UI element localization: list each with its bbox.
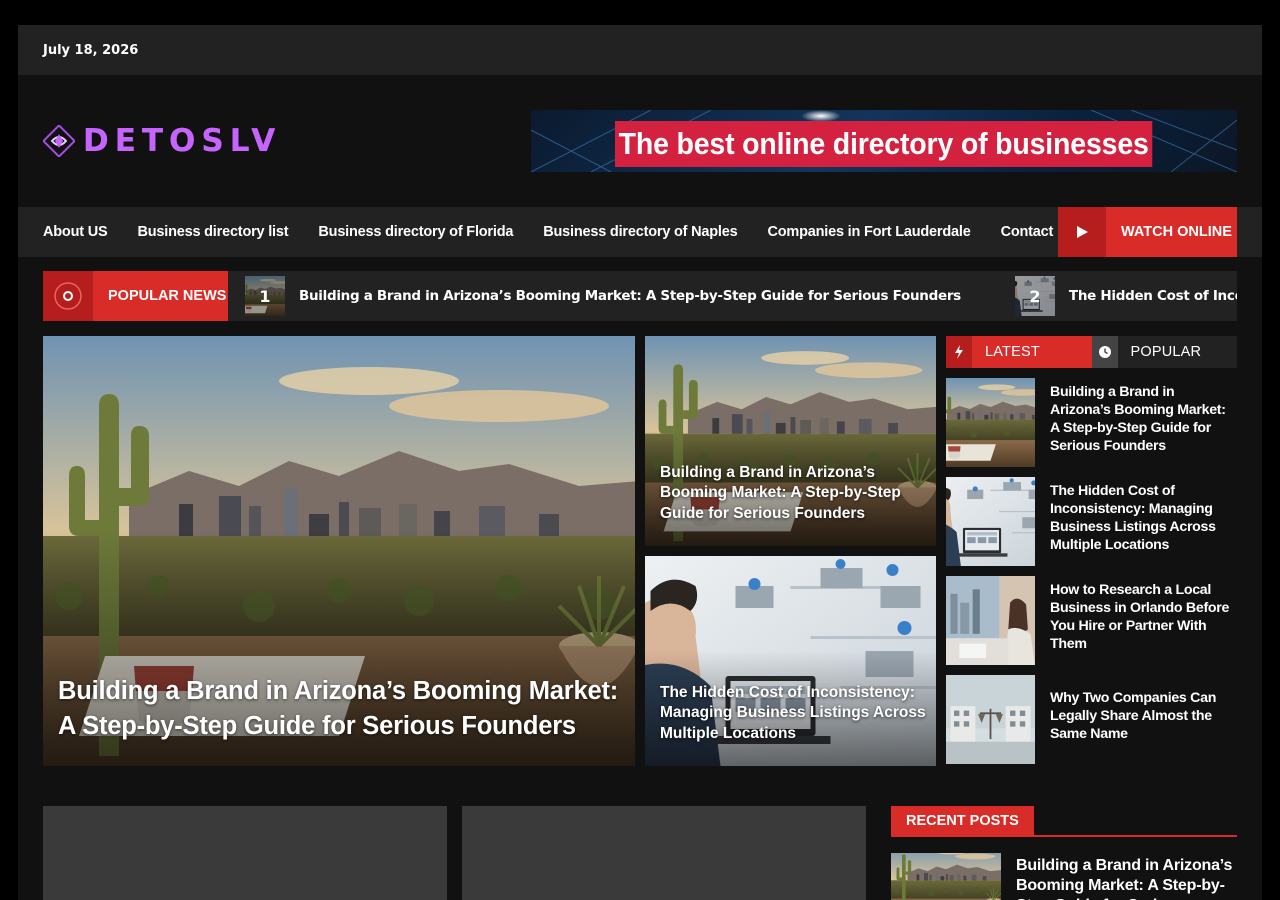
list-item[interactable]: The Hidden Cost of Inconsistency: Managi… (946, 477, 1237, 566)
ticker-thumbnail: 2 (1014, 276, 1055, 316)
page: July 18, 2026 DETOSLV The best online di… (18, 25, 1262, 900)
watch-online-button[interactable]: WATCH ONLINE (1058, 207, 1237, 257)
recent-posts-widget: RECENT POSTS Building a Brand in Arizona… (891, 806, 1237, 900)
list-item[interactable]: Building a Brand in Arizona’s Booming Ma… (946, 378, 1237, 467)
post-thumbnail (946, 675, 1035, 764)
tab-popular[interactable]: POPULAR (1091, 336, 1237, 368)
list-item[interactable]: Why Two Companies Can Legally Share Almo… (946, 675, 1237, 764)
recent-posts-label: RECENT POSTS (891, 806, 1034, 835)
list-item[interactable]: Building a Brand in Arizona’s Booming Ma… (891, 853, 1237, 900)
post-title[interactable]: Why Two Companies Can Legally Share Almo… (1050, 675, 1237, 764)
post-title[interactable]: Building a Brand in Arizona’s Booming Ma… (1016, 853, 1237, 900)
ad-banner[interactable]: The best online directory of businesses (531, 110, 1237, 172)
watch-online-label: WATCH ONLINE (1121, 224, 1232, 240)
popular-news-ticker: POPULAR NEWS 1 Building a Brand in Arizo… (43, 271, 1237, 321)
nav-item-contact[interactable]: Contact (1001, 224, 1054, 240)
featured-side-title[interactable]: Building a Brand in Arizona’s Booming Ma… (660, 463, 926, 525)
tab-popular-label: POPULAR (1130, 344, 1202, 360)
post-thumbnail (946, 378, 1035, 467)
tab-latest-label: LATEST (985, 344, 1040, 360)
play-icon (1058, 207, 1106, 257)
ticker-item[interactable]: 2 The Hidden Cost of Inconsistency: Mana… (1014, 276, 1237, 316)
broadcast-icon (43, 271, 93, 321)
post-title[interactable]: How to Research a Local Business in Orla… (1050, 576, 1237, 665)
site-logo[interactable]: DETOSLV (43, 123, 281, 159)
ticker-label: POPULAR NEWS (108, 288, 227, 304)
post-thumbnail (891, 853, 1001, 900)
ticker-number: 2 (1014, 276, 1055, 316)
current-date: July 18, 2026 (43, 42, 139, 58)
post-thumbnail (946, 576, 1035, 665)
featured-main-post[interactable]: Building a Brand in Arizona’s Booming Ma… (43, 336, 635, 766)
featured-side-title[interactable]: The Hidden Cost of Inconsistency: Managi… (660, 683, 926, 745)
site-header: DETOSLV The best online directory of bus… (18, 75, 1262, 207)
list-item[interactable]: How to Research a Local Business in Orla… (946, 576, 1237, 665)
featured-main-title[interactable]: Building a Brand in Arizona’s Booming Ma… (58, 674, 625, 744)
post-thumbnail (946, 477, 1035, 566)
tab-bar: LATEST POPULAR (946, 336, 1237, 368)
top-bar: July 18, 2026 (18, 25, 1262, 75)
post-title[interactable]: Building a Brand in Arizona’s Booming Ma… (1050, 378, 1237, 467)
recent-posts-header: RECENT POSTS (891, 806, 1237, 837)
ticker-title: The Hidden Cost of Inconsistency: Managi… (1068, 288, 1237, 304)
latest-popular-tabs: LATEST POPULAR Building a Brand in Arizo… (946, 336, 1237, 764)
tab-latest[interactable]: LATEST (946, 336, 1092, 368)
clock-icon (1091, 336, 1118, 368)
featured-side-post[interactable]: Building a Brand in Arizona’s Booming Ma… (645, 336, 936, 546)
post-card-placeholder[interactable] (462, 806, 866, 900)
banner-text: The best online directory of businesses (615, 121, 1153, 167)
ticker-number: 1 (245, 276, 285, 316)
nav-item-florida[interactable]: Business directory of Florida (318, 224, 513, 240)
ticker-item[interactable]: 1 Building a Brand in Arizona’s Booming … (245, 276, 961, 316)
logo-text: DETOSLV (83, 123, 282, 159)
nav-item-about[interactable]: About US (43, 224, 108, 240)
nav-item-fort-lauderdale[interactable]: Companies in Fort Lauderdale (767, 224, 970, 240)
post-card-placeholder[interactable] (43, 806, 447, 900)
post-title[interactable]: The Hidden Cost of Inconsistency: Managi… (1050, 477, 1237, 566)
featured-side-post[interactable]: The Hidden Cost of Inconsistency: Managi… (645, 556, 936, 766)
logo-icon (43, 125, 75, 157)
nav-item-naples[interactable]: Business directory of Naples (543, 224, 737, 240)
ticker-header: POPULAR NEWS (43, 271, 228, 321)
ticker-thumbnail: 1 (245, 276, 285, 316)
main-nav: About US Business directory list Busines… (18, 207, 1262, 257)
bolt-icon (946, 336, 972, 368)
ticker-title: Building a Brand in Arizona’s Booming Ma… (299, 288, 961, 304)
nav-item-directory-list[interactable]: Business directory list (137, 224, 288, 240)
